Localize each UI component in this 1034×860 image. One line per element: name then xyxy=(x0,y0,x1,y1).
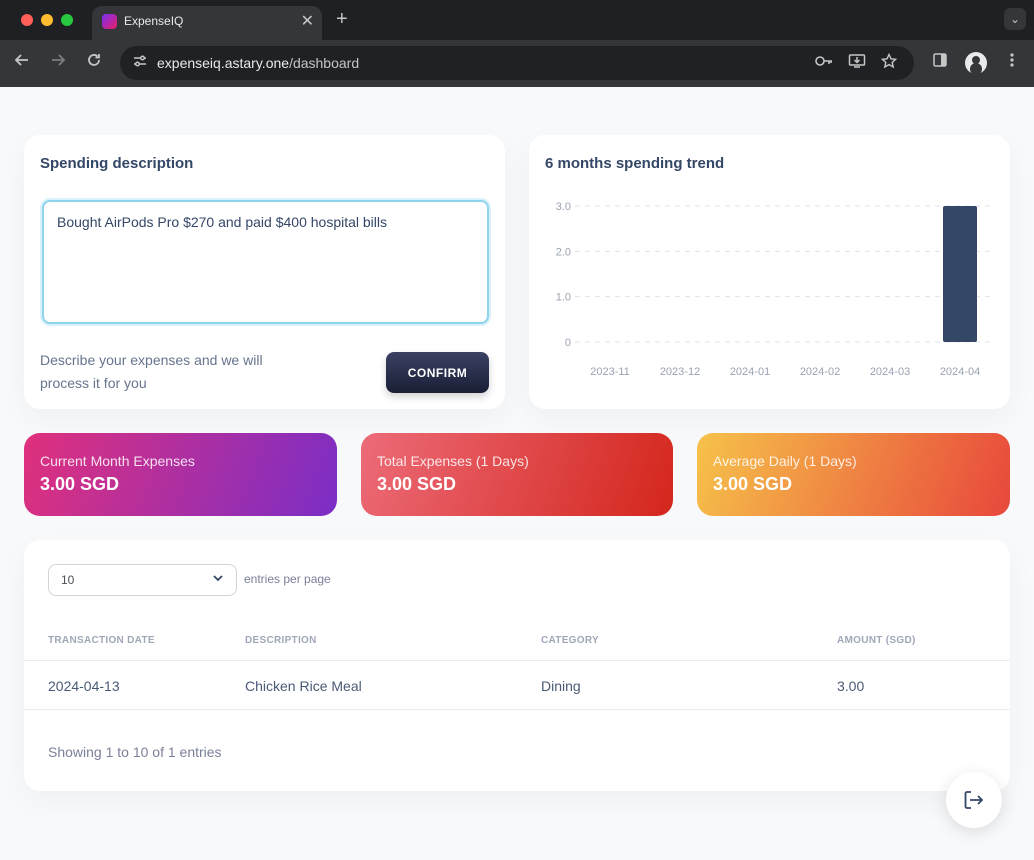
y-tick-label: 0 xyxy=(565,337,571,349)
table-footer-info: Showing 1 to 10 of 1 entries xyxy=(48,744,222,760)
tune-icon[interactable] xyxy=(130,53,150,73)
reload-icon[interactable] xyxy=(83,52,105,73)
cell-date: 2024-04-13 xyxy=(48,678,120,694)
x-tick-label: 2024-03 xyxy=(870,366,910,378)
tab-title: ExpenseIQ xyxy=(124,14,184,28)
logout-button[interactable] xyxy=(946,772,1002,828)
side-panel-icon[interactable] xyxy=(929,52,951,72)
current-month-expenses-card: Current Month Expenses 3.00 SGD xyxy=(24,433,337,516)
star-icon[interactable] xyxy=(879,52,899,73)
stat-value: 3.00 SGD xyxy=(377,474,457,494)
total-expenses-card: Total Expenses (1 Days) 3.00 SGD xyxy=(361,433,673,516)
url-text: expenseiq.astary.one/dashboard xyxy=(157,55,359,71)
dashboard-page: Spending description Describe your expen… xyxy=(0,87,1034,860)
install-app-icon[interactable] xyxy=(847,53,867,73)
browser-toolbar: expenseiq.astary.one/dashboard xyxy=(0,40,1034,87)
profile-icon[interactable] xyxy=(965,52,987,74)
entries-per-page-value: 10 xyxy=(61,573,75,587)
stat-value: 3.00 SGD xyxy=(713,474,793,494)
stat-value: 3.00 SGD xyxy=(40,474,120,494)
entries-per-page-label: entries per page xyxy=(244,572,331,586)
address-bar[interactable]: expenseiq.astary.one/dashboard xyxy=(120,46,914,80)
maximize-window-icon[interactable] xyxy=(61,14,73,26)
confirm-button[interactable]: CONFIRM xyxy=(386,352,489,393)
url-path: /dashboard xyxy=(289,55,360,71)
browser-titlebar: ExpenseIQ ✕ + ⌄ xyxy=(0,0,1034,40)
stat-label: Current Month Expenses xyxy=(40,453,195,469)
spending-description-card: Spending description Describe your expen… xyxy=(24,135,505,409)
close-window-icon[interactable] xyxy=(21,14,33,26)
chevron-down-icon xyxy=(212,572,224,587)
spending-trend-card: 6 months spending trend 0 1.0 2.0 3.0 2023-1… xyxy=(529,135,1010,409)
column-header-category[interactable]: CATEGORY xyxy=(541,635,599,646)
transactions-table-card: 10 entries per page TRANSACTION DATE DES… xyxy=(24,540,1010,791)
entries-per-page-select[interactable]: 10 xyxy=(48,564,237,596)
y-tick-label: 2.0 xyxy=(556,246,571,258)
stat-label: Average Daily (1 Days) xyxy=(713,453,857,469)
column-header-date[interactable]: TRANSACTION DATE xyxy=(48,635,155,646)
spending-trend-chart: 0 1.0 2.0 3.0 2023-11 2023-12 2024-01 2024-02 20… xyxy=(556,201,995,378)
average-daily-card: Average Daily (1 Days) 3.00 SGD xyxy=(697,433,1010,516)
spending-description-help: Describe your expenses and we will proce… xyxy=(40,352,263,391)
tab-close-icon[interactable]: ✕ xyxy=(301,11,314,31)
minimize-window-icon[interactable] xyxy=(41,14,53,26)
column-header-description[interactable]: DESCRIPTION xyxy=(245,635,317,646)
bar xyxy=(943,206,977,342)
cell-amount: 3.00 xyxy=(837,678,865,694)
key-icon[interactable] xyxy=(814,53,834,73)
x-tick-label: 2024-02 xyxy=(800,366,840,378)
tab-search-icon[interactable]: ⌄ xyxy=(1004,8,1026,30)
column-header-amount[interactable]: AMOUNT (SGD) xyxy=(837,635,916,646)
spending-description-title: Spending description xyxy=(40,155,194,172)
back-arrow-icon[interactable] xyxy=(11,52,33,73)
x-tick-label: 2024-04 xyxy=(940,366,980,378)
cell-description: Chicken Rice Meal xyxy=(245,678,362,694)
row-divider xyxy=(24,709,1010,710)
header-divider xyxy=(24,660,1010,661)
url-host: expenseiq.astary.one xyxy=(157,55,290,71)
browser-tab[interactable]: ExpenseIQ ✕ xyxy=(92,6,322,40)
kebab-menu-icon[interactable] xyxy=(1001,52,1023,72)
y-tick-label: 3.0 xyxy=(556,201,571,213)
spending-description-input[interactable] xyxy=(42,200,489,324)
forward-arrow-icon[interactable] xyxy=(47,52,69,73)
new-tab-icon[interactable]: + xyxy=(336,8,348,31)
x-tick-label: 2023-12 xyxy=(660,366,700,378)
stat-label: Total Expenses (1 Days) xyxy=(377,453,529,469)
y-tick-label: 1.0 xyxy=(556,292,571,304)
x-tick-label: 2023-11 xyxy=(590,366,630,378)
cell-category: Dining xyxy=(541,678,581,694)
x-tick-label: 2024-01 xyxy=(730,366,770,378)
logout-icon xyxy=(964,791,984,809)
favicon-icon xyxy=(102,14,117,29)
